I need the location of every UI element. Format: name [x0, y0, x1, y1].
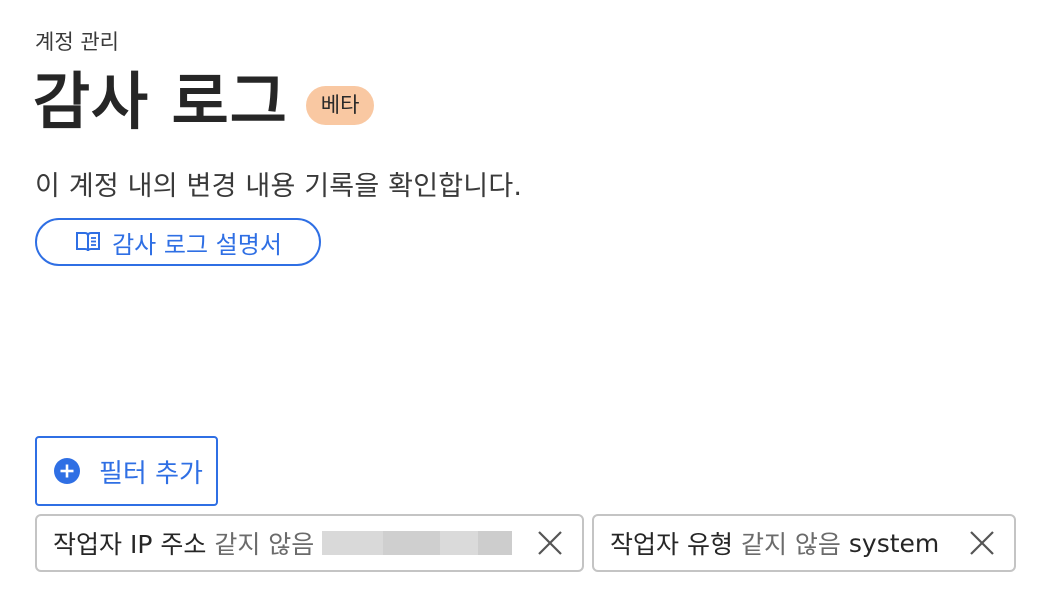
- close-icon[interactable]: [968, 529, 996, 557]
- page-title: 감사 로그: [33, 65, 288, 138]
- page-description: 이 계정 내의 변경 내용 기록을 확인합니다.: [35, 171, 523, 202]
- breadcrumb[interactable]: 계정 관리: [35, 26, 119, 56]
- filter-field: 작업자 IP 주소: [53, 530, 207, 559]
- page-header: 감사 로그 베타: [33, 65, 375, 138]
- plus-circle-icon: [53, 457, 81, 485]
- filter-field: 작업자 유형: [610, 530, 733, 559]
- filter-operator: 같지 않음: [214, 530, 315, 559]
- beta-badge: 베타: [305, 85, 375, 125]
- audit-log-guide-link[interactable]: 감사 로그 설명서: [35, 218, 321, 266]
- book-icon: [74, 230, 102, 254]
- redacted-filter-value: [322, 531, 513, 555]
- filter-chip-actor-ip[interactable]: 작업자 IP 주소 같지 않음: [35, 514, 584, 572]
- audit-log-guide-label: 감사 로그 설명서: [112, 230, 282, 259]
- filter-value: system: [848, 528, 940, 558]
- close-icon[interactable]: [536, 529, 564, 557]
- add-filter-label: 필터 추가: [99, 458, 203, 489]
- add-filter-button[interactable]: 필터 추가: [35, 436, 218, 506]
- filter-chip-actor-type[interactable]: 작업자 유형 같지 않음 system: [592, 514, 1016, 572]
- filter-operator: 같지 않음: [740, 530, 841, 559]
